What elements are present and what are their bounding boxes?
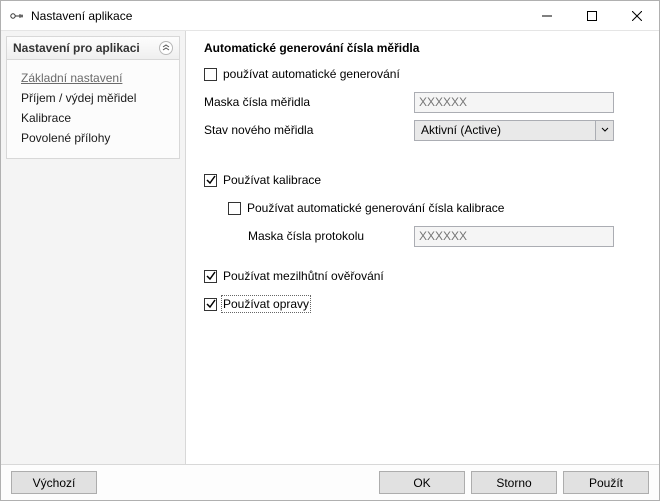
select-value: Aktivní (Active) xyxy=(415,123,595,137)
sidebar: Nastavení pro aplikaci Základní nastaven… xyxy=(1,31,186,464)
checkbox-label: Používat mezilhůtní ověřování xyxy=(223,269,384,283)
mask-input[interactable] xyxy=(414,92,614,113)
close-button[interactable] xyxy=(614,1,659,30)
checkbox-box-icon xyxy=(204,68,217,81)
apply-button[interactable]: Použít xyxy=(563,471,649,494)
sidebar-panel: Nastavení pro aplikaci Základní nastaven… xyxy=(6,36,180,159)
sidebar-header[interactable]: Nastavení pro aplikaci xyxy=(7,37,179,60)
sidebar-item-label: Příjem / výdej měřidel xyxy=(21,91,136,105)
checkbox-label: Používat automatické generování čísla ka… xyxy=(247,201,504,215)
sidebar-item-label: Kalibrace xyxy=(21,111,71,125)
use-interim-checkbox[interactable]: Používat mezilhůtní ověřování xyxy=(204,269,384,283)
section-title: Automatické generování čísla měřidla xyxy=(204,41,641,55)
use-calibrations-checkbox[interactable]: Používat kalibrace xyxy=(204,173,321,187)
protocol-mask-label: Maska čísla protokolu xyxy=(248,229,414,243)
mask-label: Maska čísla měřidla xyxy=(204,95,414,109)
chevron-down-icon xyxy=(595,121,613,140)
ok-button[interactable]: OK xyxy=(379,471,465,494)
app-icon xyxy=(9,8,25,24)
cancel-button[interactable]: Storno xyxy=(471,471,557,494)
sidebar-item-attachments[interactable]: Povolené přílohy xyxy=(21,128,175,148)
footer: Výchozí OK Storno Použít xyxy=(1,464,659,500)
checkbox-label: Používat kalibrace xyxy=(223,173,321,187)
checkbox-label: používat automatické generování xyxy=(223,67,400,81)
auto-generate-checkbox[interactable]: používat automatické generování xyxy=(204,67,400,81)
defaults-button[interactable]: Výchozí xyxy=(11,471,97,494)
sidebar-header-label: Nastavení pro aplikaci xyxy=(13,41,140,55)
checkbox-label: Používat opravy xyxy=(223,297,309,311)
maximize-button[interactable] xyxy=(569,1,614,30)
checkbox-box-icon xyxy=(204,270,217,283)
sidebar-item-calibration[interactable]: Kalibrace xyxy=(21,108,175,128)
sidebar-item-basic-settings[interactable]: Základní nastavení xyxy=(21,68,175,88)
sidebar-item-label: Povolené přílohy xyxy=(21,131,110,145)
use-repairs-checkbox[interactable]: Používat opravy xyxy=(204,297,309,311)
checkbox-box-icon xyxy=(228,202,241,215)
settings-window: Nastavení aplikace Nastavení pro aplikac… xyxy=(0,0,660,501)
window-title: Nastavení aplikace xyxy=(31,9,132,23)
state-select[interactable]: Aktivní (Active) xyxy=(414,120,614,141)
minimize-button[interactable] xyxy=(524,1,569,30)
checkbox-box-icon xyxy=(204,174,217,187)
auto-generate-calib-checkbox[interactable]: Používat automatické generování čísla ka… xyxy=(228,201,504,215)
titlebar: Nastavení aplikace xyxy=(1,1,659,31)
checkbox-box-icon xyxy=(204,298,217,311)
chevron-up-icon[interactable] xyxy=(159,41,173,55)
content-area: Automatické generování čísla měřidla pou… xyxy=(186,31,659,464)
sidebar-item-label: Základní nastavení xyxy=(21,71,122,85)
protocol-mask-input[interactable] xyxy=(414,226,614,247)
sidebar-item-receive-issue[interactable]: Příjem / výdej měřidel xyxy=(21,88,175,108)
state-label: Stav nového měřidla xyxy=(204,123,414,137)
